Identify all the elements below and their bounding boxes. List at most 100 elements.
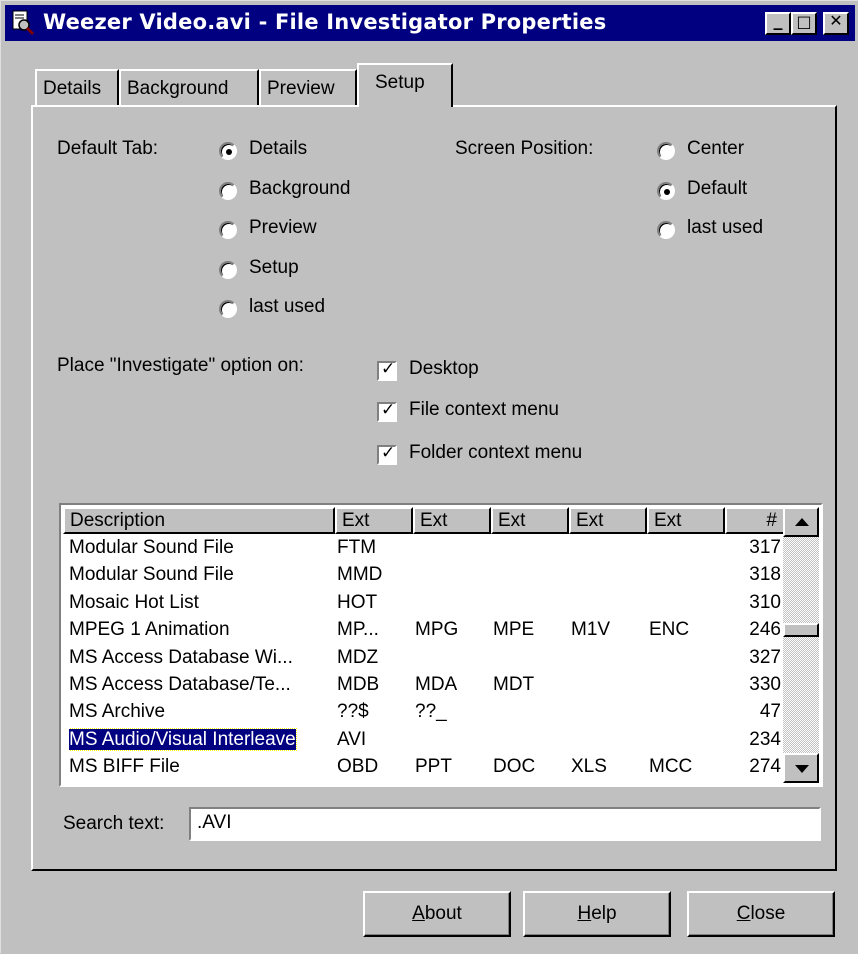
table-row[interactable]: MS Archive ??$ ??_ 47	[63, 698, 781, 725]
cell-ext-2: ??_	[415, 701, 447, 723]
cell-count: 317	[749, 537, 781, 558]
cell-ext-2	[415, 561, 491, 588]
table-row[interactable]: MS BIFF File OBD PPT DOC XLS MCC 274	[63, 753, 781, 780]
checkmark-icon: ✓	[381, 400, 396, 420]
maximize-button[interactable]: □	[791, 12, 817, 35]
file-type-list[interactable]: Description Ext Ext Ext Ext Ext # Modula…	[59, 503, 823, 787]
cell-ext-3	[493, 726, 569, 753]
cell-description: MS Audio/Visual Interleave	[69, 727, 297, 751]
cell-ext-2: PPT	[415, 756, 452, 778]
table-row[interactable]: Modular Sound File FTM 317	[63, 534, 781, 561]
arrow-up-icon	[795, 518, 809, 526]
tab-background[interactable]: Background	[119, 69, 259, 107]
about-button[interactable]: About	[363, 891, 511, 937]
table-row[interactable]: Mosaic Hot List HOT 310	[63, 589, 781, 616]
cell-ext-4: M1V	[571, 619, 611, 641]
cell-ext-4: XLS	[571, 756, 607, 778]
help-hotkey: H	[577, 903, 592, 924]
cell-count: 47	[759, 701, 781, 723]
table-row[interactable]: MS Access Database Wi... MDZ 327	[63, 644, 781, 671]
place-option-label: Place "Investigate" option on:	[57, 355, 304, 376]
cell-ext-4	[571, 534, 647, 561]
cell-ext-1: FTM	[337, 537, 377, 558]
cell-description: MS Access Database Wi...	[69, 646, 293, 668]
cell-ext-1: OBD	[337, 756, 379, 778]
cell-ext-1: HOT	[337, 591, 378, 613]
search-input[interactable]: .AVI	[189, 807, 821, 841]
cell-ext-3: DOC	[493, 756, 536, 778]
list-vertical-scrollbar[interactable]	[783, 507, 819, 783]
column-header-ext-4[interactable]: Ext	[569, 507, 647, 534]
checkmark-icon: ✓	[381, 443, 396, 463]
default-tab-label: Default Tab:	[57, 138, 159, 159]
screen-position-label: Screen Position:	[455, 138, 594, 159]
radio-label: Background	[249, 178, 351, 199]
tab-setup[interactable]: Setup	[357, 63, 453, 107]
cell-ext-3: MPE	[493, 619, 535, 641]
checkbox-label: File context menu	[409, 399, 559, 420]
help-button[interactable]: Help	[523, 891, 671, 937]
cell-ext-1: MDB	[337, 674, 380, 695]
cell-ext-2	[415, 644, 491, 671]
close-button[interactable]: Close	[687, 891, 835, 937]
cell-ext-5	[649, 671, 725, 698]
column-header-ext-2[interactable]: Ext	[413, 507, 491, 534]
cell-ext-2: MDA	[415, 674, 458, 695]
tab-preview[interactable]: Preview	[259, 69, 357, 107]
scroll-down-button[interactable]	[783, 753, 819, 783]
cell-ext-3	[493, 644, 569, 671]
radio-label: Default	[687, 178, 748, 199]
cell-ext-4	[571, 671, 647, 698]
cell-ext-2: MPG	[415, 619, 459, 641]
scroll-thumb[interactable]	[783, 623, 819, 637]
about-hotkey: A	[412, 903, 425, 924]
column-header-description[interactable]: Description	[63, 507, 335, 534]
cell-ext-5: ENC	[649, 619, 690, 641]
close-window-button[interactable]: ✕	[823, 11, 849, 35]
checkbox-label: Desktop	[409, 358, 479, 379]
cell-ext-1: MDZ	[337, 646, 379, 668]
cell-ext-5	[649, 589, 725, 616]
cell-ext-2	[415, 534, 491, 561]
app-icon	[12, 10, 35, 36]
cell-ext-4	[571, 561, 647, 588]
title-bar[interactable]: Weezer Video.avi - File Investigator Pro…	[5, 5, 855, 41]
cell-count: 327	[749, 646, 781, 668]
cell-ext-2	[415, 589, 491, 616]
cell-ext-3	[493, 589, 569, 616]
radio-label: Setup	[249, 257, 299, 278]
table-row[interactable]: Modular Sound File MMD 318	[63, 561, 781, 588]
column-header-count[interactable]: #	[725, 507, 785, 534]
scroll-up-button[interactable]	[783, 507, 819, 537]
table-row[interactable]: MS Audio/Visual Interleave AVI 234	[63, 726, 781, 753]
cell-description: MS Access Database/Te...	[69, 674, 291, 695]
cell-ext-3	[493, 698, 569, 725]
cell-description: Modular Sound File	[69, 564, 234, 586]
cell-description: MS BIFF File	[69, 756, 180, 778]
cell-ext-3	[493, 534, 569, 561]
arrow-down-icon	[795, 765, 809, 773]
radio-label: last used	[249, 296, 326, 317]
window-title: Weezer Video.avi - File Investigator Pro…	[43, 10, 607, 34]
close-hotkey: C	[736, 903, 751, 924]
cell-description: Modular Sound File	[69, 537, 234, 558]
cell-ext-1: AVI	[337, 728, 367, 750]
tab-details[interactable]: Details	[35, 69, 119, 107]
cell-count: 234	[749, 728, 781, 750]
column-header-ext-3[interactable]: Ext	[491, 507, 569, 534]
about-label: bout	[424, 903, 462, 924]
table-row[interactable]: MPEG 1 Animation MP... MPG MPE M1V ENC 246	[63, 616, 781, 643]
cell-ext-4	[571, 644, 647, 671]
table-row[interactable]: MS Access Database/Te... MDB MDA MDT 330	[63, 671, 781, 698]
cell-ext-1: MP...	[337, 619, 379, 641]
properties-window: Weezer Video.avi - File Investigator Pro…	[0, 0, 858, 953]
cell-ext-1: ??$	[337, 701, 369, 723]
column-header-ext-1[interactable]: Ext	[335, 507, 413, 534]
cell-ext-5: MCC	[649, 756, 693, 778]
cell-count: 274	[749, 756, 781, 778]
minimize-button[interactable]: _	[765, 10, 791, 35]
cell-ext-5	[649, 644, 725, 671]
column-header-ext-5[interactable]: Ext	[647, 507, 725, 534]
cell-count: 318	[749, 564, 781, 586]
cell-ext-5	[649, 698, 725, 725]
